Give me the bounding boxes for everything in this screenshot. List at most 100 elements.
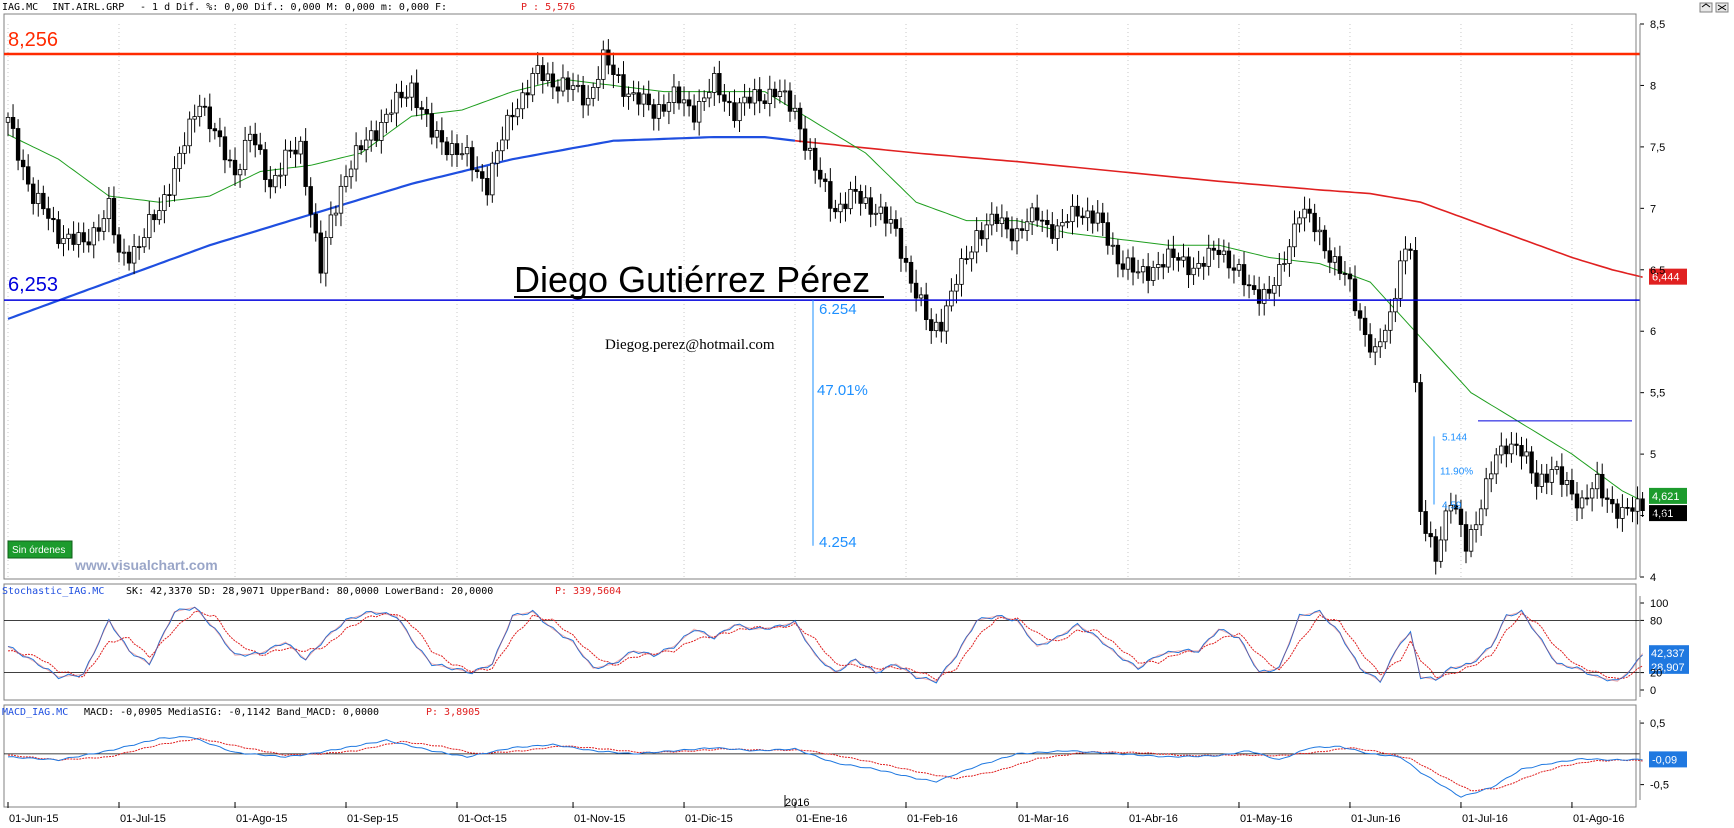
candle-body bbox=[823, 178, 828, 182]
candle-body bbox=[1034, 207, 1040, 221]
candle-body bbox=[661, 104, 667, 112]
candle-body bbox=[1519, 445, 1524, 457]
candle-body bbox=[10, 116, 16, 129]
y-tick-label: 8,5 bbox=[1650, 19, 1665, 31]
candle-body bbox=[41, 192, 46, 210]
x-tick-label: 01-Ene-16 bbox=[796, 813, 847, 825]
candle-body bbox=[374, 130, 379, 141]
badge-stoch-k: 42,337 bbox=[1651, 648, 1685, 660]
x-tick-label: 01-May-16 bbox=[1240, 813, 1293, 825]
x-tick-label: 01-Jul-15 bbox=[120, 813, 166, 825]
candle-body bbox=[454, 143, 460, 155]
candle-body bbox=[1352, 278, 1358, 312]
candle-body bbox=[116, 234, 122, 253]
candle-body bbox=[1640, 498, 1645, 511]
candle-body bbox=[363, 139, 369, 151]
candle-body bbox=[621, 74, 626, 97]
candle-body bbox=[217, 130, 223, 138]
candle-body bbox=[1110, 244, 1116, 247]
candle-body bbox=[182, 145, 187, 154]
measure-small-bottom-label: 4.59 bbox=[1442, 500, 1462, 511]
candle-body bbox=[162, 194, 167, 212]
candle-body bbox=[1635, 498, 1640, 512]
candle-body bbox=[212, 128, 218, 132]
candle-body bbox=[500, 139, 505, 152]
candle-body bbox=[929, 319, 934, 332]
candle-body bbox=[232, 159, 238, 176]
candle-body bbox=[439, 130, 445, 143]
x-tick-label: 01-Jul-16 bbox=[1462, 813, 1508, 825]
candle-body bbox=[525, 92, 530, 96]
candle-body bbox=[666, 102, 672, 112]
candle-body bbox=[868, 197, 873, 215]
y-tick-label: 4,5 bbox=[1650, 511, 1665, 523]
candle-body bbox=[379, 122, 384, 141]
candle-body bbox=[873, 212, 878, 215]
candle-body bbox=[51, 217, 56, 221]
candle-body bbox=[727, 100, 732, 104]
candle-body bbox=[1201, 263, 1206, 267]
candle-body bbox=[1509, 443, 1514, 455]
candle-body bbox=[1080, 215, 1085, 219]
candle-body bbox=[656, 104, 662, 119]
candle-body bbox=[1524, 451, 1529, 457]
candle-body bbox=[1181, 256, 1186, 261]
candle-body bbox=[15, 128, 21, 161]
candle-body bbox=[1428, 533, 1433, 538]
candle-body bbox=[389, 112, 394, 115]
candle-body bbox=[1171, 248, 1176, 258]
candle-body bbox=[348, 168, 354, 178]
candle-body bbox=[1483, 478, 1489, 510]
candle-body bbox=[989, 213, 994, 226]
x-tick-label: 01-Sep-15 bbox=[347, 813, 398, 825]
candle-body bbox=[36, 192, 41, 204]
candle-body bbox=[1418, 382, 1423, 512]
candle-body bbox=[540, 65, 545, 81]
x-tick-label: 01-Ago-15 bbox=[236, 813, 287, 825]
candle-body bbox=[1564, 480, 1570, 485]
candle-body bbox=[1120, 263, 1126, 270]
candle-body bbox=[565, 77, 571, 90]
candle-body bbox=[152, 214, 157, 221]
candle-body bbox=[414, 82, 419, 109]
orders-button[interactable]: Sin órdenes bbox=[7, 540, 73, 559]
candle-body bbox=[898, 227, 904, 259]
macd-header-values: MACD: -0,0905 MediaSIG: -0,1142 Band_MAC… bbox=[84, 707, 379, 718]
candle-body bbox=[1600, 473, 1605, 499]
candle-body bbox=[202, 105, 207, 108]
macd-line bbox=[7, 736, 1643, 798]
candle-body bbox=[757, 89, 762, 102]
badge-short-ma: 4,621 bbox=[1652, 491, 1680, 503]
candle-body bbox=[172, 168, 177, 196]
candle-body bbox=[469, 147, 475, 171]
candle-body bbox=[944, 305, 949, 332]
candle-body bbox=[813, 147, 818, 171]
candle-body bbox=[283, 149, 288, 176]
candle-body bbox=[631, 92, 636, 95]
candle-body bbox=[1337, 256, 1343, 274]
candle-body bbox=[923, 294, 929, 321]
candle-body bbox=[399, 91, 404, 99]
candle-body bbox=[1135, 271, 1141, 274]
candle-body bbox=[1070, 205, 1075, 223]
candle-body bbox=[419, 107, 424, 110]
candle-body bbox=[807, 147, 813, 151]
candle-body bbox=[908, 261, 914, 284]
candle-body bbox=[1140, 266, 1146, 273]
candle-body bbox=[777, 91, 783, 97]
candle-body bbox=[1594, 473, 1600, 490]
candle-body bbox=[333, 212, 339, 216]
candle-body bbox=[1095, 212, 1100, 224]
candle-body bbox=[157, 210, 162, 221]
candle-body bbox=[702, 97, 707, 102]
panel-controls-icon[interactable] bbox=[1699, 2, 1729, 13]
candle-body bbox=[903, 257, 909, 263]
y-tick-label: 7 bbox=[1650, 203, 1656, 215]
candle-body bbox=[20, 159, 26, 168]
candle-body bbox=[263, 149, 268, 180]
candle-body bbox=[177, 152, 182, 170]
candle-body bbox=[131, 246, 137, 264]
candle-body bbox=[207, 106, 212, 130]
candle-body bbox=[1282, 263, 1287, 265]
candle-body bbox=[5, 116, 11, 123]
